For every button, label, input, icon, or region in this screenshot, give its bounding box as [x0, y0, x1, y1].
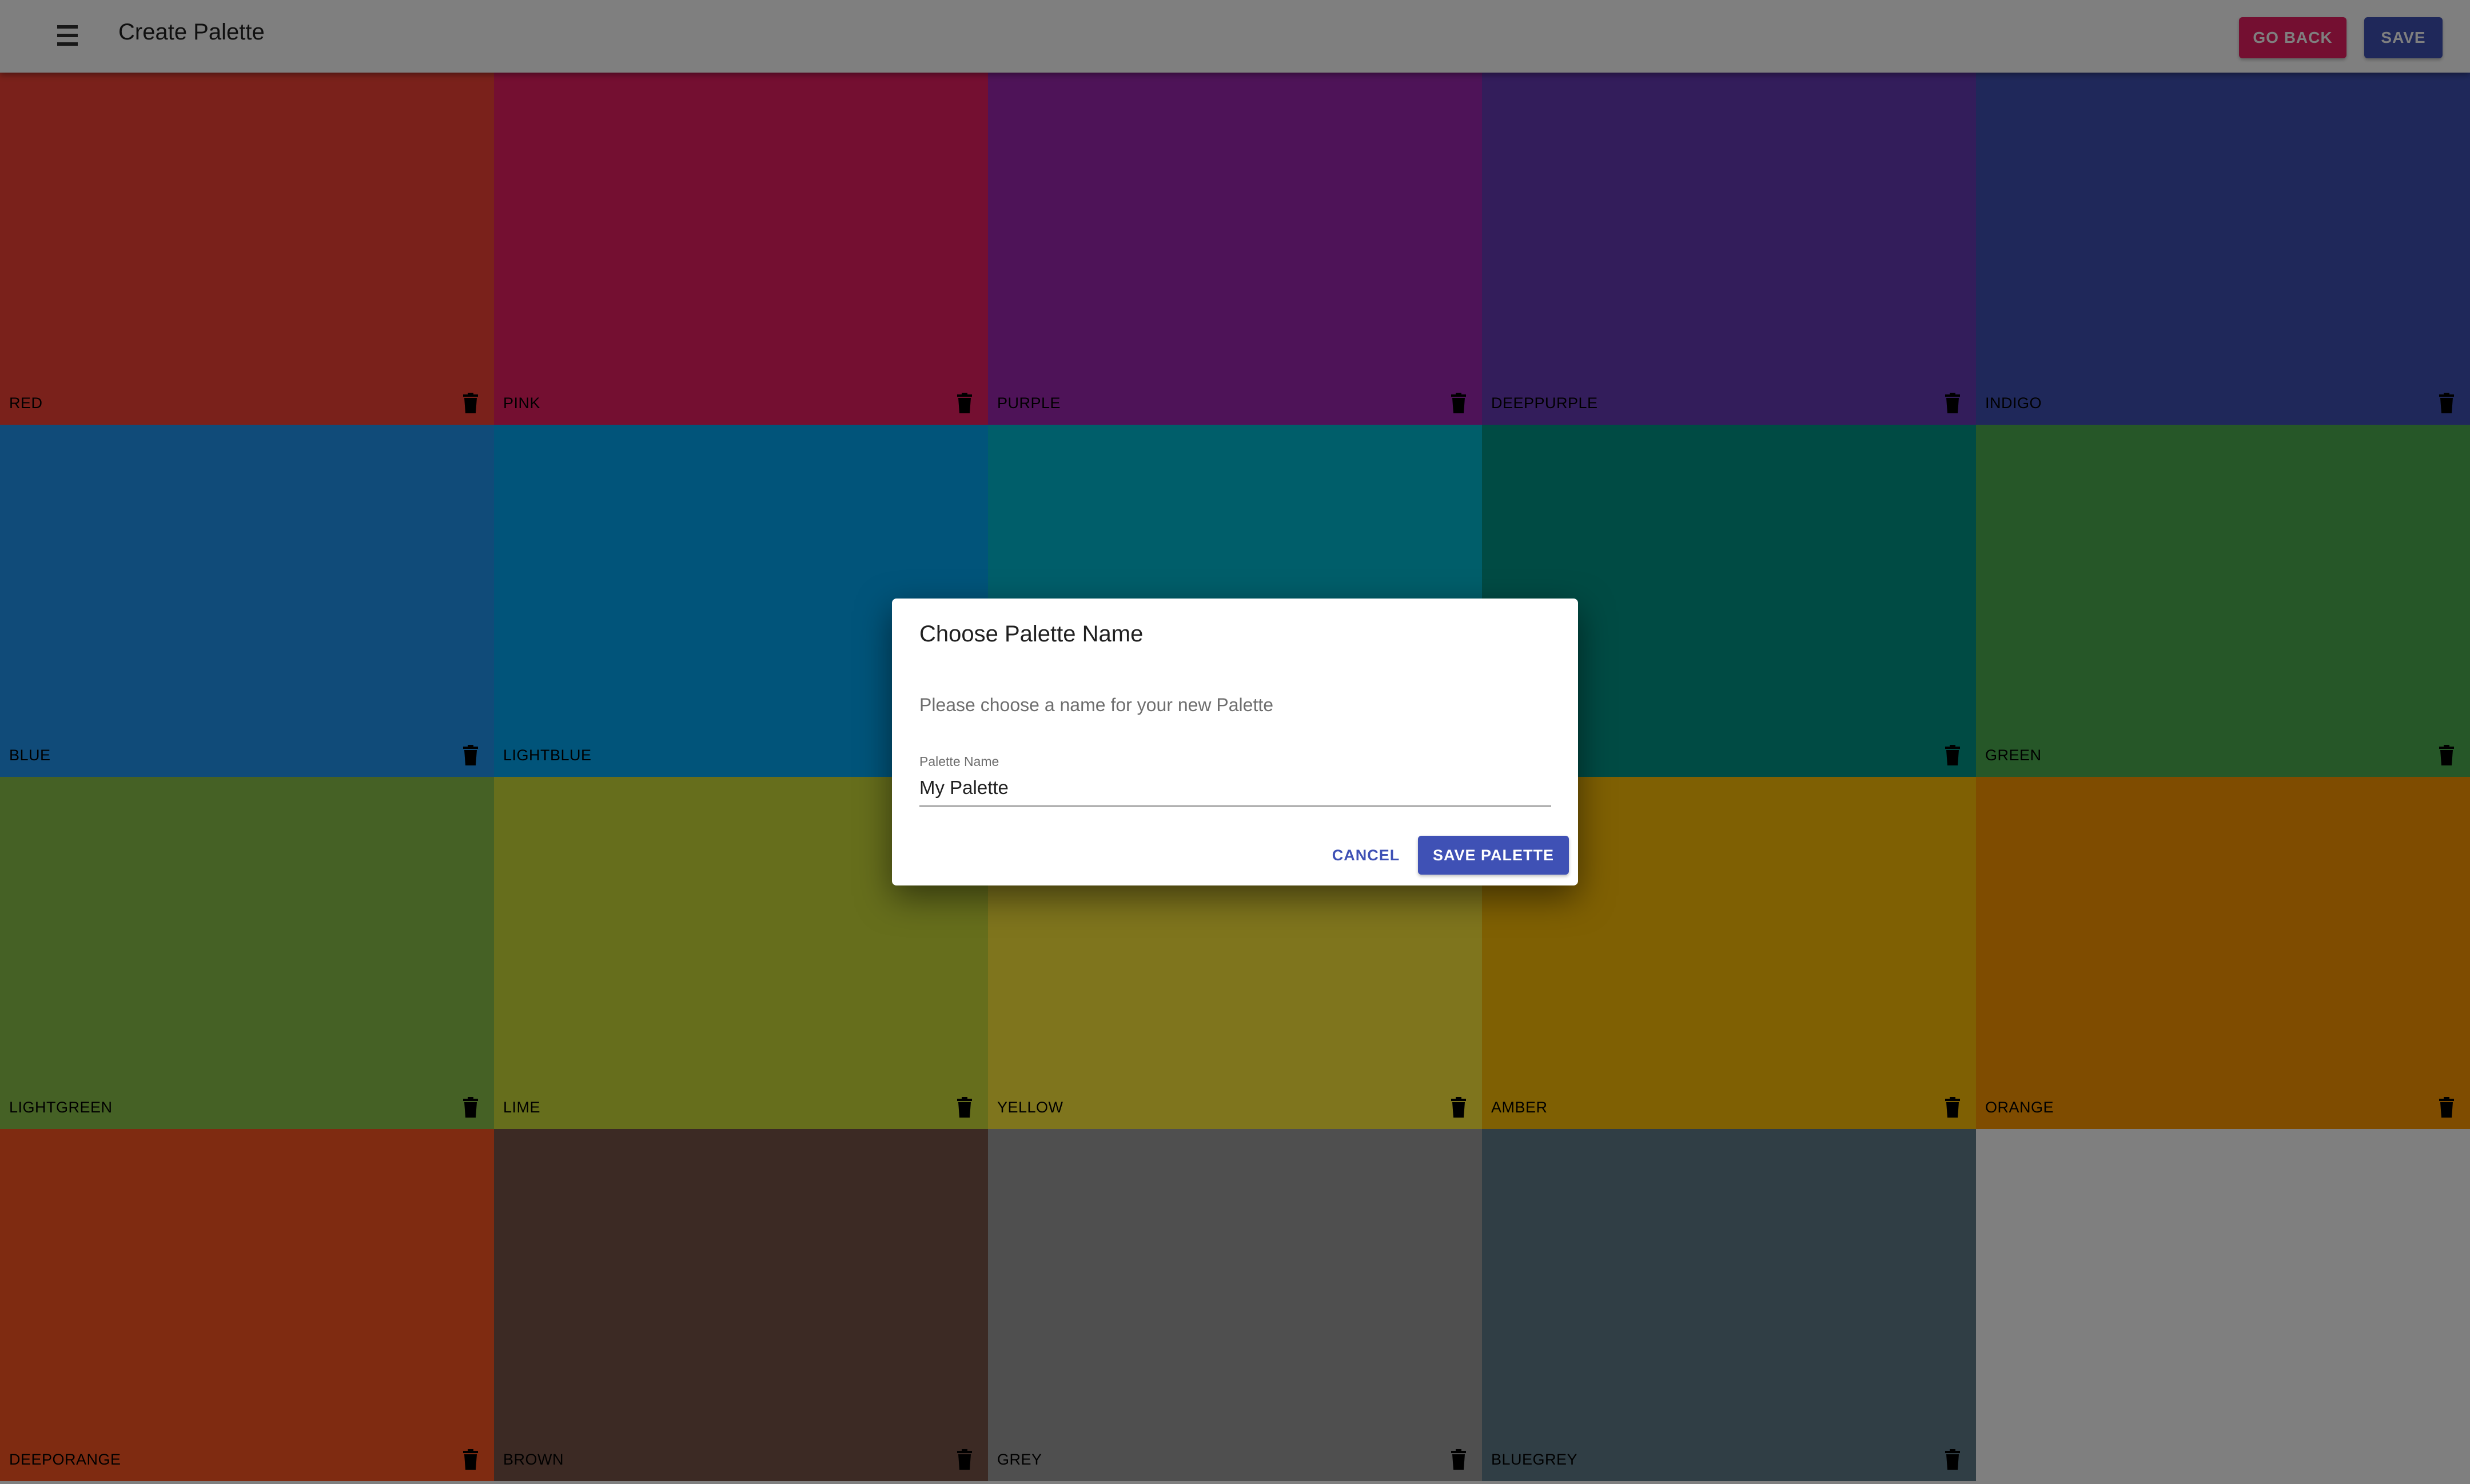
dialog-title: Choose Palette Name	[919, 621, 1144, 647]
palette-name-label: Palette Name	[919, 754, 999, 769]
palette-name-input[interactable]	[919, 770, 1551, 807]
save-palette-button[interactable]: SAVE PALETTE	[1418, 836, 1569, 875]
cancel-button[interactable]: CANCEL	[1325, 836, 1407, 875]
page: Create Palette GO BACK SAVE REDPINKPURPL…	[0, 0, 2470, 1484]
palette-name-dialog: Choose Palette Name Please choose a name…	[892, 599, 1578, 885]
dialog-description: Please choose a name for your new Palett…	[919, 695, 1274, 715]
